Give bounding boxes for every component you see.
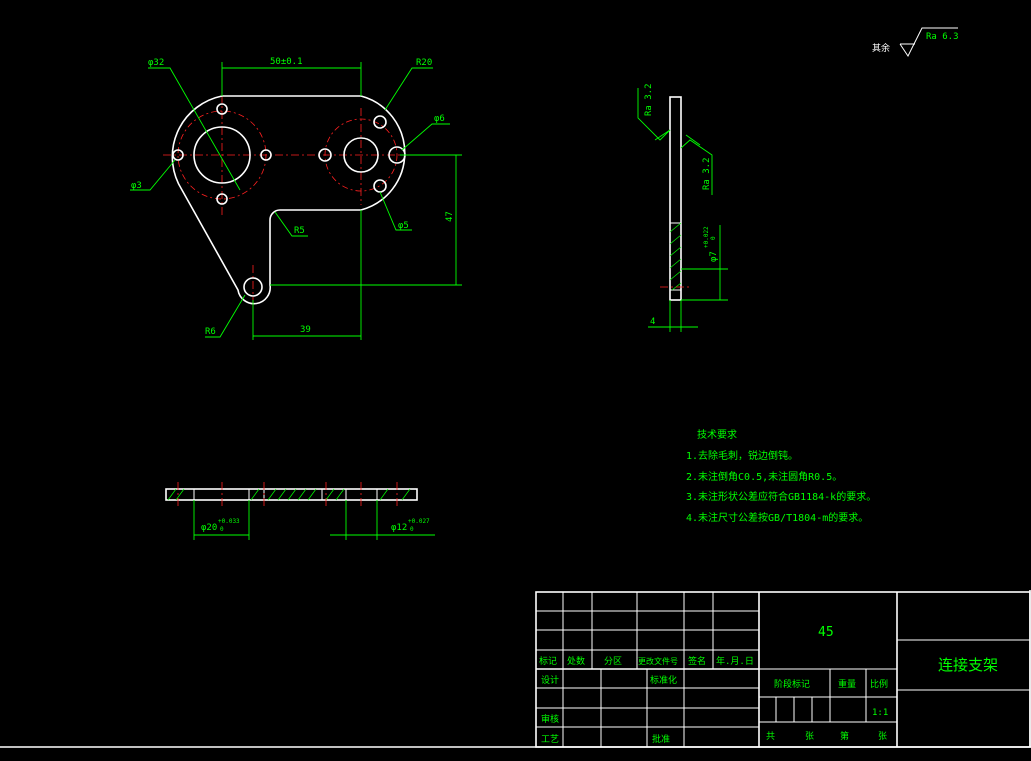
dim-side-dia: φ7 <box>709 251 719 262</box>
bottom-view: φ20 +0.033 0 φ12 +0.027 0 <box>165 482 435 540</box>
tb-col-mark: 标记 <box>539 655 557 667</box>
dim-47: 47 <box>445 211 455 222</box>
tb-material: 45 <box>818 625 834 640</box>
tb-col-count: 处数 <box>567 655 585 667</box>
side-profile <box>669 96 682 301</box>
tb-col-date: 年.月.日 <box>716 655 754 667</box>
tech-req-item-4: 4.未注尺寸公差按GB/T1804-m的要求。 <box>686 511 868 524</box>
tech-req-item-3: 3.未注形状公差应符合GB1184-k的要求。 <box>686 490 876 503</box>
dim-side-dia-tol: +0.022 <box>703 226 710 248</box>
tb-sheet-unit1: 张 <box>805 731 814 742</box>
tb-col-change-doc: 更改文件号 <box>638 656 678 666</box>
dim-dia12-tol-lo: 0 <box>410 526 414 533</box>
roughness-other-note: 其余 Ra 6.3 <box>872 27 959 57</box>
dim-r5: R5 <box>294 226 305 236</box>
dim-dia20-tol-lo: 0 <box>220 526 224 533</box>
tb-design: 设计 <box>541 674 559 686</box>
tb-weight: 重量 <box>838 678 856 690</box>
tech-req-item-1: 1.去除毛刺，锐边倒钝。 <box>686 449 798 462</box>
tb-scale-value: 1:1 <box>872 708 888 718</box>
dim-dia20-tol-up: +0.033 <box>218 518 240 525</box>
plate-outline <box>171 95 406 305</box>
dim-dia3: φ3 <box>131 181 142 191</box>
tb-standardize: 标准化 <box>650 674 677 686</box>
roughness-other-label: 其余 <box>872 42 890 54</box>
dim-thickness: 4 <box>650 317 655 327</box>
tech-req-item-2: 2.未注倒角C0.5,未注圆角R0.5。 <box>686 470 842 483</box>
bottom-profile <box>165 488 418 501</box>
roughness-side-bottom: Ra 3.2 <box>702 157 712 190</box>
tb-scale: 比例 <box>870 678 888 690</box>
tb-review: 审核 <box>541 713 559 725</box>
tb-col-sign: 签名 <box>688 655 706 667</box>
tb-process: 工艺 <box>541 734 559 745</box>
dim-dia20: φ20 <box>201 523 217 533</box>
dim-39: 39 <box>300 325 311 335</box>
dim-r20: R20 <box>416 58 432 68</box>
cad-drawing-canvas: 其余 Ra 6.3 50±0.1 φ32 R20 φ6 φ3 R5 φ5 47 … <box>0 27 1031 748</box>
tb-sheet-unit2: 张 <box>878 731 887 742</box>
dim-50: 50±0.1 <box>270 57 303 67</box>
dim-dia5: φ5 <box>398 221 409 231</box>
dim-dia32: φ32 <box>148 58 164 68</box>
tb-sheet-total: 共 <box>766 731 775 742</box>
roughness-other-value: Ra 6.3 <box>926 32 959 42</box>
side-view: Ra 3.2 Ra 3.2 φ7 +0.022 0 4 <box>637 83 728 332</box>
tb-approve: 批准 <box>652 733 670 745</box>
tb-sheet-no: 第 <box>840 730 849 742</box>
roughness-side-top: Ra 3.2 <box>644 83 654 116</box>
tb-part-name: 连接支架 <box>938 656 998 674</box>
dim-dia12-tol-up: +0.027 <box>408 518 430 525</box>
tech-req-title: 技术要求 <box>697 428 737 441</box>
dim-dia12: φ12 <box>391 523 407 533</box>
front-view: 50±0.1 φ32 R20 φ6 φ3 R5 φ5 47 R6 39 <box>130 57 462 340</box>
tb-col-zone: 分区 <box>604 656 622 667</box>
tech-requirements: 技术要求 1.去除毛刺，锐边倒钝。 2.未注倒角C0.5,未注圆角R0.5。 3… <box>686 428 876 524</box>
dim-dia6: φ6 <box>434 114 445 124</box>
dim-r6: R6 <box>205 327 216 337</box>
dim-side-dia-tol2: 0 <box>710 236 717 240</box>
tb-stage-mark: 阶段标记 <box>774 678 810 690</box>
title-block: 标记 处数 分区 更改文件号 签名 年.月.日 设计 标准化 审核 工艺 批准 … <box>535 591 1031 748</box>
